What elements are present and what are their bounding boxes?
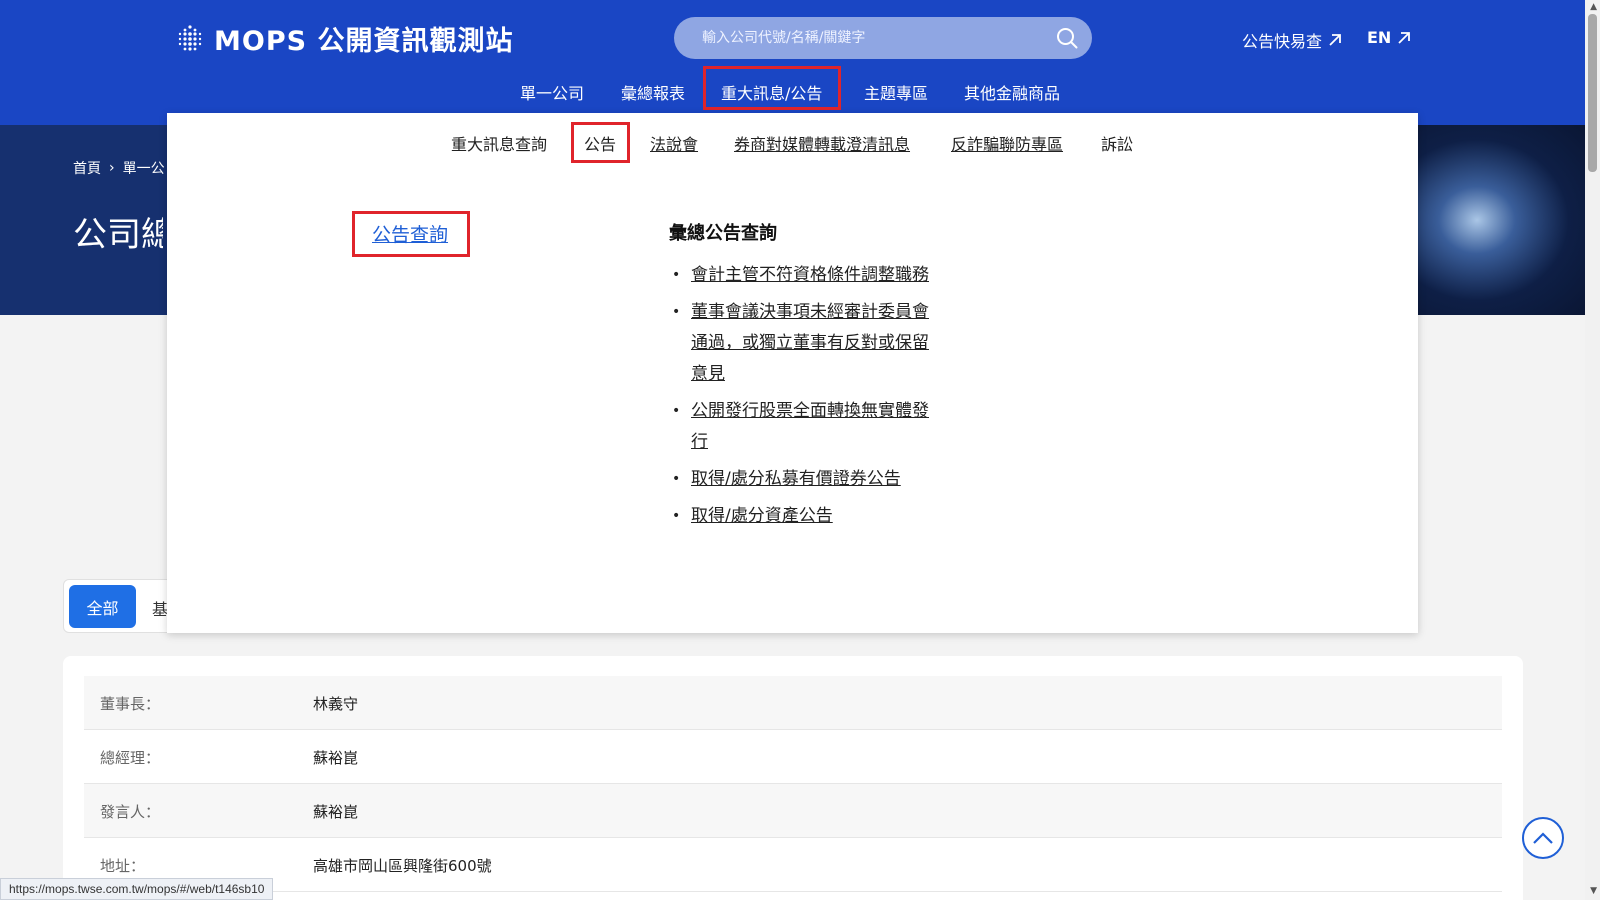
chevron-right-icon: › bbox=[109, 160, 115, 176]
info-value: 蘇裕崑 bbox=[313, 749, 359, 767]
list-item[interactable]: • 取得/處分資產公告 bbox=[672, 501, 932, 532]
info-value: 蘇裕崑 bbox=[313, 803, 359, 821]
subnav-broker-clarification[interactable]: 券商對媒體轉載澄清訊息 bbox=[734, 131, 910, 155]
nav-topics[interactable]: 主題專區 bbox=[864, 76, 928, 112]
bullet-icon: • bbox=[672, 267, 681, 283]
bullet-icon: • bbox=[672, 471, 681, 487]
subnav-investor-conference[interactable]: 法說會 bbox=[650, 131, 698, 155]
nav-other-products[interactable]: 其他金融商品 bbox=[964, 76, 1060, 112]
nav-single-company[interactable]: 單一公司 bbox=[520, 76, 584, 112]
list-link[interactable]: 公開發行股票全面轉換無實體發行 bbox=[691, 401, 929, 452]
list-link[interactable]: 會計主管不符資格條件調整職務 bbox=[691, 265, 929, 285]
language-link[interactable]: EN bbox=[1367, 28, 1411, 47]
subnav-litigation[interactable]: 訴訟 bbox=[1101, 131, 1133, 155]
subnav-highlight-box bbox=[571, 122, 630, 163]
quick-link-label: 公告快易查 bbox=[1242, 32, 1323, 51]
back-to-top-button[interactable] bbox=[1522, 817, 1564, 859]
page-title: 公司總 bbox=[73, 215, 163, 255]
list-link[interactable]: 取得/處分資產公告 bbox=[691, 506, 833, 526]
info-key: 董事長： bbox=[100, 695, 161, 713]
info-key: 發言人： bbox=[100, 803, 161, 821]
subnav-anti-fraud[interactable]: 反詐騙聯防專區 bbox=[951, 131, 1063, 155]
info-key: 總經理： bbox=[100, 749, 161, 767]
dropdown-panel: 重大訊息查詢 公告 法說會 券商對媒體轉載澄清訊息 反詐騙聯防專區 訴訟 公告查… bbox=[167, 113, 1418, 633]
list-item[interactable]: • 公開發行股票全面轉換無實體發行 bbox=[672, 396, 932, 458]
info-value: 林義守 bbox=[313, 695, 359, 713]
list-item[interactable]: • 取得/處分私募有價證券公告 bbox=[672, 464, 932, 495]
list-link[interactable]: 取得/處分私募有價證券公告 bbox=[691, 469, 901, 489]
page-scrollbar[interactable]: ▲ ▼ bbox=[1585, 0, 1600, 900]
section-title: 彙總公告查詢 bbox=[669, 223, 777, 244]
external-arrow-icon bbox=[1398, 31, 1411, 44]
filter-all-button[interactable]: 全部 bbox=[69, 585, 136, 628]
scroll-down-arrow-icon[interactable]: ▼ bbox=[1590, 886, 1597, 896]
list-item[interactable]: • 董事會議決事項未經審計委員會通過，或獨立董事有反對或保留意見 bbox=[672, 297, 932, 390]
logo-dots-icon bbox=[178, 25, 202, 51]
subnav-material-query[interactable]: 重大訊息查詢 bbox=[451, 131, 547, 155]
lang-label: EN bbox=[1367, 28, 1392, 47]
nav-highlight-box bbox=[703, 66, 841, 110]
search-box bbox=[674, 17, 1092, 59]
info-row: 董事長： 林義守 bbox=[84, 676, 1502, 730]
breadcrumb-home[interactable]: 首頁 bbox=[73, 158, 101, 178]
info-row: 地址： 高雄市岡山區興隆街600號 bbox=[84, 838, 1502, 892]
breadcrumb-item[interactable]: 單一公 bbox=[123, 158, 165, 178]
external-arrow-icon bbox=[1329, 34, 1341, 46]
search-input[interactable] bbox=[674, 17, 1044, 59]
status-url: https://mops.twse.com.tw/mops/#/web/t146… bbox=[0, 878, 274, 900]
scroll-thumb[interactable] bbox=[1588, 14, 1597, 172]
scroll-up-arrow-icon[interactable]: ▲ bbox=[1590, 2, 1597, 12]
info-key: 地址： bbox=[100, 857, 146, 875]
site-logo[interactable]: MOPS 公開資訊觀測站 bbox=[176, 18, 513, 58]
nav-summary-reports[interactable]: 彙總報表 bbox=[621, 76, 685, 112]
bullet-icon: • bbox=[672, 508, 681, 524]
sub-nav: 重大訊息查詢 公告 法說會 券商對媒體轉載澄清訊息 反詐騙聯防專區 訴訟 bbox=[167, 113, 1418, 173]
bullet-icon: • bbox=[672, 403, 681, 419]
breadcrumb: 首頁 › 單一公 bbox=[73, 158, 165, 178]
info-row: 發言人： 蘇裕崑 bbox=[84, 784, 1502, 838]
banner-image bbox=[1405, 125, 1585, 315]
quick-announcement-link[interactable]: 公告快易查 bbox=[1242, 28, 1342, 52]
logo-text: MOPS 公開資訊觀測站 bbox=[214, 25, 514, 57]
summary-links-list: • 會計主管不符資格條件調整職務 • 董事會議決事項未經審計委員會通過，或獨立董事有… bbox=[672, 260, 932, 538]
chevron-up-icon bbox=[1533, 832, 1553, 844]
info-value: 高雄市岡山區興隆街600號 bbox=[313, 857, 492, 875]
filter-basic-button[interactable]: 基 bbox=[152, 596, 168, 620]
info-row: 總經理： 蘇裕崑 bbox=[84, 730, 1502, 784]
list-link[interactable]: 董事會議決事項未經審計委員會通過，或獨立董事有反對或保留意見 bbox=[691, 302, 929, 384]
bullet-icon: • bbox=[672, 304, 681, 320]
announcement-query-link[interactable]: 公告查詢 bbox=[372, 220, 448, 247]
search-icon[interactable] bbox=[1056, 27, 1078, 49]
list-item[interactable]: • 會計主管不符資格條件調整職務 bbox=[672, 260, 932, 291]
